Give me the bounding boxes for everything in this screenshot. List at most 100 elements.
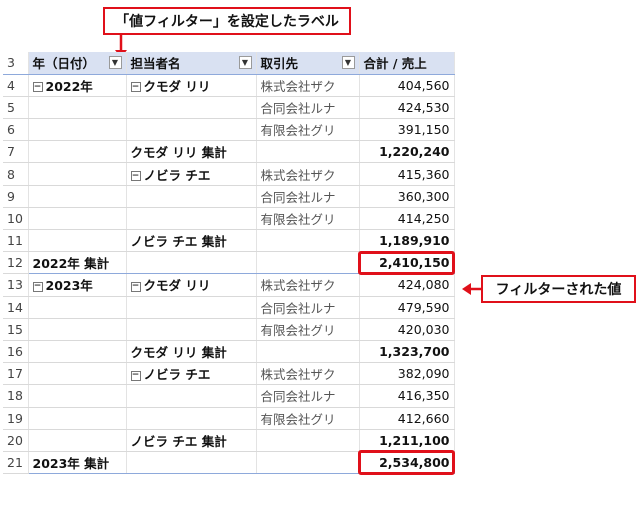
cell-sum[interactable]: 414,250 (359, 207, 455, 231)
row-number[interactable]: 9 (3, 185, 29, 208)
cell-person[interactable]: ノビラ チエ 集計 (126, 429, 257, 452)
cell-client[interactable]: 株式会社ザク (256, 162, 360, 186)
cell-year[interactable] (28, 140, 127, 164)
cell-year[interactable]: −2023年 (28, 273, 127, 297)
minus-box-icon[interactable]: − (32, 281, 43, 292)
cell-person[interactable] (126, 96, 257, 120)
header-client[interactable]: 取引先 ▼ (256, 52, 360, 75)
cell-sum[interactable]: 1,211,100 (359, 429, 455, 452)
filter-icon[interactable]: ▼ (108, 56, 122, 70)
cell-client[interactable]: 有限会社グリ (256, 207, 360, 231)
row-number[interactable]: 14 (3, 296, 29, 319)
cell-person[interactable] (126, 118, 257, 142)
cell-person[interactable]: − ノビラ チエ (126, 162, 257, 186)
cell-client[interactable]: 有限会社グリ (256, 118, 360, 142)
row-number[interactable]: 19 (3, 407, 29, 430)
cell-client[interactable]: 株式会社ザク (256, 362, 360, 386)
row-number[interactable]: 6 (3, 118, 29, 142)
row-number[interactable]: 5 (3, 96, 29, 120)
cell-client[interactable] (256, 340, 360, 364)
cell-sum[interactable]: 1,323,700 (359, 340, 455, 364)
header-person[interactable]: 担当者名 ▼ (126, 52, 257, 75)
cell-year[interactable] (28, 429, 127, 452)
cell-client[interactable]: 合同会社ルナ (256, 296, 360, 319)
cell-sum[interactable]: 404,560 (359, 74, 455, 97)
cell-year[interactable] (28, 362, 127, 386)
cell-sum[interactable]: 360,300 (359, 185, 455, 208)
header-sum[interactable]: 合計 / 売上 (359, 52, 455, 75)
dropdown-arrow-icon[interactable]: ▼ (238, 56, 252, 70)
row-number[interactable]: 11 (3, 229, 29, 253)
row-number[interactable]: 3 (3, 52, 29, 75)
cell-person[interactable] (126, 384, 257, 408)
cell-sum[interactable]: 415,360 (359, 162, 455, 186)
cell-year[interactable] (28, 162, 127, 186)
cell-sum[interactable]: 1,220,240 (359, 140, 455, 164)
cell-person[interactable] (126, 251, 257, 275)
row-number[interactable]: 8 (3, 162, 29, 186)
cell-person[interactable] (126, 296, 257, 319)
dropdown-arrow-icon[interactable]: ▼ (341, 56, 355, 70)
cell-client[interactable]: 有限会社グリ (256, 407, 360, 430)
cell-client[interactable] (256, 140, 360, 164)
cell-sum[interactable]: 420,030 (359, 318, 455, 341)
row-number[interactable]: 20 (3, 429, 29, 452)
cell-year[interactable] (28, 296, 127, 319)
cell-sum[interactable]: 1,189,910 (359, 229, 455, 253)
cell-year[interactable]: −2022年 (28, 74, 127, 97)
cell-client[interactable]: 合同会社ルナ (256, 96, 360, 120)
cell-person[interactable] (126, 407, 257, 430)
minus-box-icon[interactable]: − (130, 171, 141, 182)
cell-person[interactable]: クモダ リリ 集計 (126, 340, 257, 364)
cell-client[interactable]: 合同会社ルナ (256, 384, 360, 408)
cell-person[interactable]: ノビラ チエ 集計 (126, 229, 257, 253)
row-number[interactable]: 21 (3, 450, 29, 475)
cell-sum[interactable]: 416,350 (359, 384, 455, 408)
minus-box-icon[interactable]: − (130, 370, 141, 381)
minus-box-icon[interactable]: − (130, 82, 141, 93)
minus-box-icon[interactable]: − (32, 82, 43, 93)
cell-sum[interactable]: 424,530 (359, 96, 455, 120)
cell-year[interactable] (28, 318, 127, 341)
cell-sum[interactable]: 479,590 (359, 296, 455, 319)
cell-year[interactable] (28, 229, 127, 253)
cell-client[interactable]: 株式会社ザク (256, 74, 360, 97)
cell-person[interactable]: − クモダ リリ (126, 74, 257, 97)
cell-person[interactable] (126, 185, 257, 208)
row-number[interactable]: 12 (3, 251, 29, 275)
row-number[interactable]: 16 (3, 340, 29, 364)
cell-sum[interactable]: 424,080 (359, 273, 455, 297)
cell-year[interactable] (28, 118, 127, 142)
cell-year[interactable]: 2022年 集計 (28, 251, 127, 275)
cell-client[interactable]: 有限会社グリ (256, 318, 360, 341)
cell-year[interactable] (28, 384, 127, 408)
cell-person[interactable]: − ノビラ チエ (126, 362, 257, 386)
cell-person[interactable]: − クモダ リリ (126, 273, 257, 297)
cell-person[interactable] (126, 450, 257, 475)
cell-sum[interactable]: 382,090 (359, 362, 455, 386)
row-number[interactable]: 10 (3, 207, 29, 231)
cell-sum[interactable]: 391,150 (359, 118, 455, 142)
row-number[interactable]: 7 (3, 140, 29, 164)
cell-person[interactable] (126, 207, 257, 231)
cell-client[interactable] (256, 450, 360, 475)
row-number[interactable]: 4 (3, 74, 29, 97)
cell-client[interactable] (256, 229, 360, 253)
cell-client[interactable]: 合同会社ルナ (256, 185, 360, 208)
cell-client[interactable] (256, 251, 360, 275)
cell-client[interactable]: 株式会社ザク (256, 273, 360, 297)
row-number[interactable]: 18 (3, 384, 29, 408)
cell-client[interactable] (256, 429, 360, 452)
cell-year[interactable]: 2023年 集計 (28, 450, 127, 475)
cell-year[interactable] (28, 185, 127, 208)
row-number[interactable]: 13 (3, 273, 29, 297)
header-year[interactable]: 年（日付） ▼ (28, 52, 127, 75)
cell-person[interactable] (126, 318, 257, 341)
row-number[interactable]: 15 (3, 318, 29, 341)
cell-person[interactable]: クモダ リリ 集計 (126, 140, 257, 164)
minus-box-icon[interactable]: − (130, 281, 141, 292)
cell-year[interactable] (28, 407, 127, 430)
cell-year[interactable] (28, 96, 127, 120)
cell-year[interactable] (28, 340, 127, 364)
row-number[interactable]: 17 (3, 362, 29, 386)
